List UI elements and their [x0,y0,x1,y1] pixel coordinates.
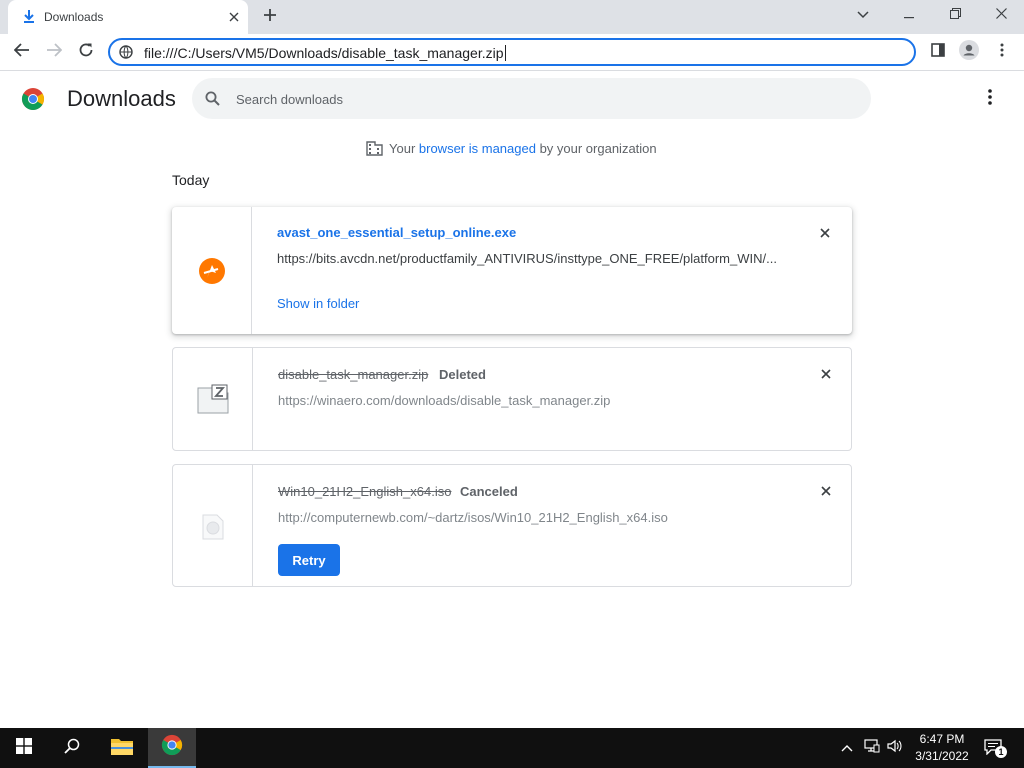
file-icon-column [173,348,253,450]
side-panel-button[interactable] [925,39,951,65]
downloads-menu-button[interactable] [980,87,1000,111]
managed-prefix: Your [389,141,419,156]
remove-download-button[interactable] [815,223,835,243]
network-tray-icon[interactable] [861,728,883,768]
download-filename: disable_task_manager.zip [278,367,429,382]
taskbar-search-button[interactable] [48,728,96,768]
back-button[interactable] [9,39,35,65]
tab-close-icon[interactable] [225,8,243,26]
generic-file-icon [202,514,224,545]
volume-tray-icon[interactable] [884,728,906,768]
minimize-button[interactable] [886,0,932,30]
text-caret [504,45,506,61]
kebab-menu-icon [1000,43,1004,62]
back-arrow-icon [13,42,30,62]
window-close-button[interactable] [978,0,1024,30]
download-item: disable_task_manager.zip Deleted https:/… [172,347,852,451]
clock-date: 3/31/2022 [915,749,969,763]
network-icon [864,738,880,758]
restore-button[interactable] [932,0,978,30]
building-icon [366,140,383,156]
search-icon [64,738,80,759]
notification-count-badge: 1 [995,746,1007,758]
restore-icon [949,6,961,24]
tab-downloads[interactable]: Downloads [8,0,248,34]
globe-icon[interactable] [119,45,133,59]
remove-download-button[interactable] [816,481,836,501]
address-value: file:///C:/Users/VM5/Downloads/disable_t… [144,45,504,61]
managed-link[interactable]: browser is managed [419,141,536,156]
show-hidden-icons-button[interactable] [837,728,857,768]
action-center-button[interactable]: 1 [980,728,1008,768]
new-tab-button[interactable] [259,6,281,28]
plus-icon [263,8,277,27]
clock-time: 6:47 PM [919,732,965,746]
download-filename: Win10_21H2_English_x64.iso [278,484,452,499]
status-label: Canceled [460,484,518,499]
forward-button[interactable] [41,39,67,65]
search-input[interactable] [236,89,836,109]
page-title: Downloads [67,86,176,111]
profile-avatar-icon [959,39,979,65]
folder-icon [111,737,133,760]
browser-menu-button[interactable] [989,39,1015,65]
download-url: https://winaero.com/downloads/disable_ta… [278,393,611,408]
chevron-down-icon [857,6,869,24]
show-in-folder-link[interactable]: Show in folder [277,296,359,311]
minimize-icon [904,6,914,24]
section-label-today: Today [172,172,210,188]
address-text[interactable]: file:///C:/Users/VM5/Downloads/disable_t… [144,45,506,61]
search-box[interactable] [192,78,871,119]
tab-search-button[interactable] [840,0,886,30]
search-icon [205,91,220,106]
start-button[interactable] [0,728,48,768]
download-url: https://bits.avcdn.net/productfamily_ANT… [277,251,777,266]
tab-title: Downloads [44,10,104,24]
avast-icon [198,257,226,290]
title-bar: Downloads [0,0,1024,34]
status-label: Deleted [439,367,486,382]
reload-button[interactable] [73,39,99,65]
remove-download-button[interactable] [816,364,836,384]
download-icon [22,9,36,25]
windows-logo-icon [16,737,32,759]
side-panel-icon [931,42,945,62]
volume-icon [887,739,903,758]
profile-button[interactable] [956,39,982,65]
file-icon-column [172,207,252,334]
address-bar[interactable]: file:///C:/Users/VM5/Downloads/disable_t… [108,38,916,66]
download-url: http://computernewb.com/~dartz/isos/Win1… [278,510,668,525]
notification-icon: 1 [984,739,1007,758]
taskbar: 6:47 PM 3/31/2022 1 [0,728,1024,768]
close-icon [995,6,1007,24]
chevron-up-icon [841,739,853,757]
reload-icon [78,42,94,63]
file-icon-column [173,465,253,586]
chrome-logo-icon [21,87,45,111]
zip-file-icon [197,384,229,419]
system-clock[interactable]: 6:47 PM 3/31/2022 [912,731,972,765]
download-filename-link[interactable]: avast_one_essential_setup_online.exe [277,225,516,240]
managed-suffix: by your organization [535,141,657,156]
chrome-taskbar-button[interactable] [148,728,196,768]
forward-arrow-icon [46,42,63,62]
browser-toolbar: file:///C:/Users/VM5/Downloads/disable_t… [0,34,1024,71]
download-item: avast_one_essential_setup_online.exe htt… [172,207,852,334]
kebab-menu-icon [988,88,992,110]
download-item: Win10_21H2_English_x64.iso Canceled http… [172,464,852,587]
file-explorer-button[interactable] [98,728,146,768]
retry-button[interactable]: Retry [278,544,340,576]
chrome-icon [161,734,183,761]
managed-notice: Your browser is managed by your organiza… [366,140,657,156]
